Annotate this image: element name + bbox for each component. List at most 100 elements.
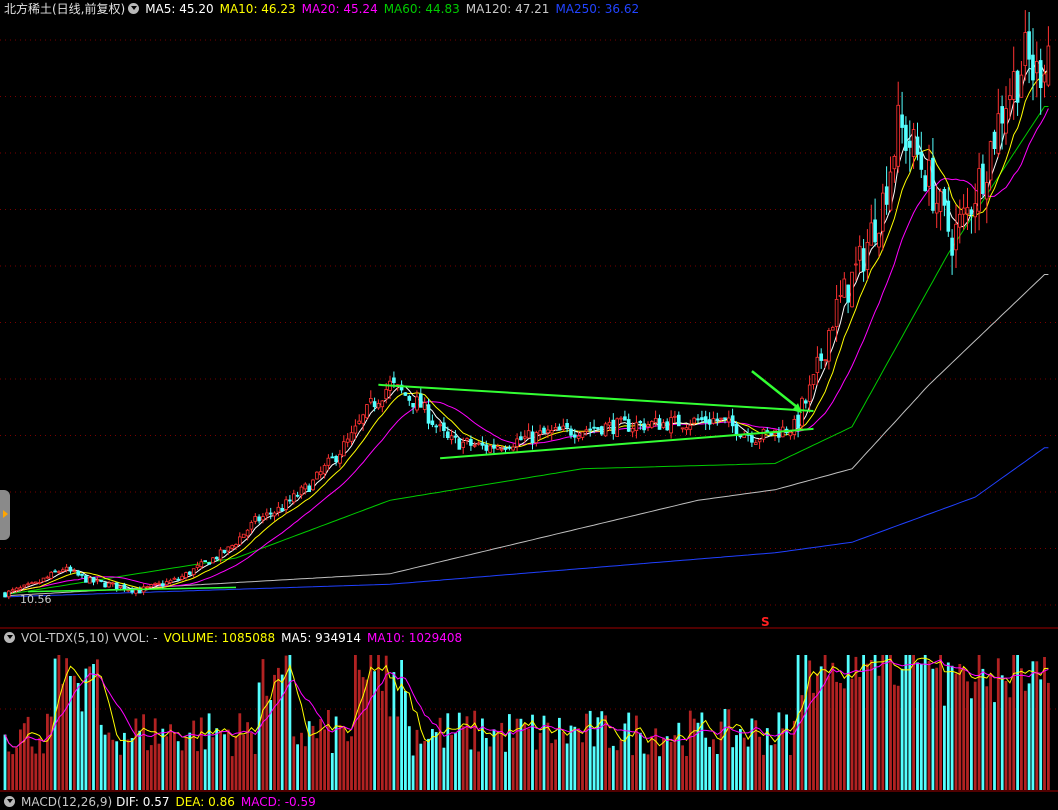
volume-bar <box>396 716 400 790</box>
volume-bar <box>669 741 673 790</box>
candle-body <box>37 582 42 584</box>
candle-body <box>349 432 354 442</box>
candle-body <box>149 584 154 588</box>
volume-bar <box>635 715 638 790</box>
candle-body <box>191 568 196 576</box>
volume-bar <box>954 673 958 790</box>
volume-bar <box>11 754 15 790</box>
candle-body <box>777 432 781 438</box>
candle-body <box>114 582 119 590</box>
volume-bar <box>850 678 854 790</box>
volume-bar <box>192 720 196 790</box>
volume-bar <box>38 737 42 790</box>
volume-bar <box>300 732 303 790</box>
candle-body <box>988 141 993 181</box>
volume-bar <box>985 686 989 790</box>
volume-bar <box>943 705 946 790</box>
volume-bar <box>19 729 22 790</box>
candle-body <box>546 429 550 434</box>
candle-body <box>954 223 958 251</box>
volume-bar <box>804 655 808 790</box>
volume-bar <box>442 747 446 790</box>
candle-body <box>619 417 623 420</box>
candle-body <box>904 124 908 151</box>
volume-bar <box>103 734 107 790</box>
candle-body <box>931 157 935 211</box>
volume-bar <box>484 738 488 790</box>
volume-bar <box>253 754 257 790</box>
volume-bar <box>250 732 253 790</box>
candle-body <box>41 577 46 582</box>
candle-body <box>765 430 770 433</box>
candle-body <box>596 427 600 430</box>
candle-body <box>430 420 435 425</box>
side-panel-toggle[interactable] <box>0 490 10 540</box>
candle-body <box>815 356 820 373</box>
volume-bar <box>119 754 122 790</box>
candle-body <box>542 427 546 434</box>
candle-body <box>280 507 284 512</box>
volume-bar <box>615 750 619 790</box>
candle-body <box>850 271 854 308</box>
volume-bar <box>812 692 815 790</box>
candle-body <box>53 570 57 573</box>
volume-bar <box>581 742 584 790</box>
candle-body <box>650 421 654 428</box>
volume-bar <box>1008 697 1012 790</box>
volume-bar <box>677 722 681 790</box>
candle-body <box>576 435 581 439</box>
candle-body <box>199 561 204 567</box>
volume-bar <box>342 727 346 790</box>
candle-body <box>807 384 812 402</box>
volume-bar <box>338 724 342 790</box>
volume-bar <box>565 743 569 790</box>
volume-bar <box>404 691 407 790</box>
volume-bar <box>704 737 708 790</box>
volume-bar <box>896 685 900 790</box>
volume-bar <box>146 750 149 790</box>
candle-body <box>857 245 862 261</box>
candle-body <box>938 190 943 212</box>
candle-body <box>823 359 827 362</box>
volume-bar <box>523 723 527 790</box>
ma10-line <box>4 68 1049 598</box>
candle-body <box>30 582 34 585</box>
volume-bar <box>569 725 573 790</box>
breakout-arrow-shaft <box>751 370 799 409</box>
candle-body <box>519 436 523 441</box>
candle-body <box>299 486 304 496</box>
volume-bar <box>946 662 950 790</box>
volume-bar <box>611 745 615 790</box>
volume-bar <box>908 655 912 790</box>
candle-body <box>919 151 924 170</box>
candle-body <box>384 389 388 400</box>
kline-chart[interactable]: 10.56 S <box>0 0 1058 807</box>
candle-body <box>176 578 181 581</box>
candle-body <box>811 374 816 385</box>
candle-body <box>992 131 997 149</box>
candle-body <box>68 566 73 572</box>
candle-body <box>403 392 408 396</box>
ma120-line <box>4 274 1049 597</box>
candle-body <box>973 203 977 218</box>
candle-body <box>854 263 858 266</box>
volume-bar <box>927 661 931 790</box>
volume-bar <box>773 744 777 790</box>
candle-body <box>226 546 231 552</box>
volume-bar <box>173 732 176 790</box>
candle-body <box>842 278 847 298</box>
volume-bar <box>869 660 873 790</box>
candle-body <box>831 327 835 331</box>
candle-body <box>754 442 758 445</box>
volume-bar <box>477 751 480 790</box>
volume-bar <box>546 722 550 790</box>
candle-body <box>757 439 762 443</box>
volume-bar <box>1004 681 1008 790</box>
candle-body <box>634 422 639 431</box>
candle-body <box>877 232 881 248</box>
volume-bar <box>550 743 554 790</box>
candle-body <box>561 425 566 430</box>
candle-body <box>334 455 338 463</box>
candle-body <box>642 423 646 431</box>
candle-body <box>911 129 916 157</box>
